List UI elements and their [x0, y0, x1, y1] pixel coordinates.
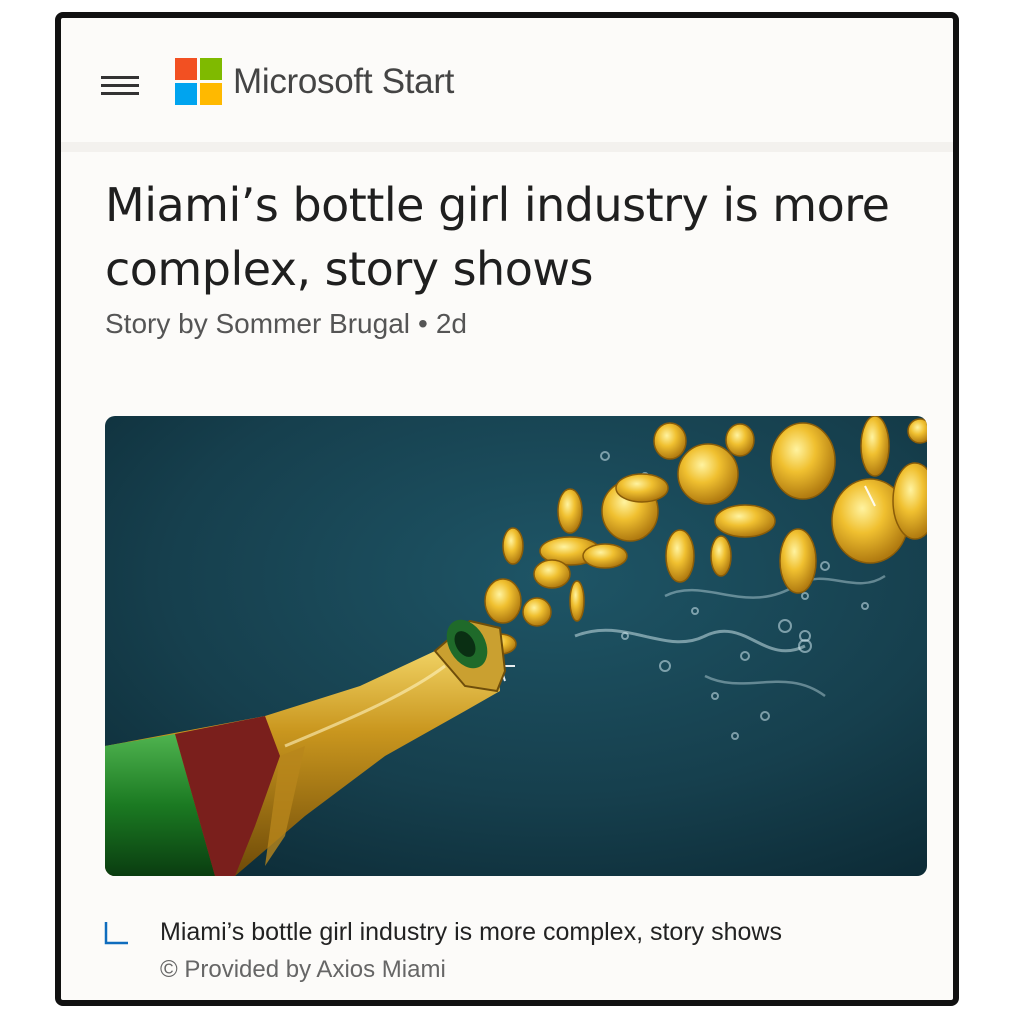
article-hero-image[interactable]	[105, 416, 927, 876]
microsoft-logo-icon	[175, 58, 222, 105]
header-divider	[61, 142, 953, 152]
brand-name: Microsoft Start	[233, 61, 455, 101]
caption-text: Miami’s bottle girl industry is more com…	[160, 918, 782, 946]
byline-age: 2d	[435, 308, 467, 339]
article-byline: Story by Sommer Brugal • 2d	[105, 308, 467, 340]
caption-corner-icon	[104, 922, 128, 945]
app-header: Microsoft Start	[61, 18, 953, 148]
byline-author[interactable]: Story by Sommer Brugal	[105, 308, 410, 339]
article-title: Miami’s bottle girl industry is more com…	[105, 178, 890, 296]
byline-separator: •	[418, 308, 428, 339]
microsoft-start-logo[interactable]: Microsoft Start	[175, 58, 454, 105]
image-caption: Miami’s bottle girl industry is more com…	[103, 918, 923, 998]
caption-credit: © Provided by Axios Miami	[160, 956, 446, 983]
phone-frame: Microsoft Start Miami’s bottle girl indu…	[55, 12, 959, 1006]
hamburger-menu-icon[interactable]	[101, 70, 139, 98]
